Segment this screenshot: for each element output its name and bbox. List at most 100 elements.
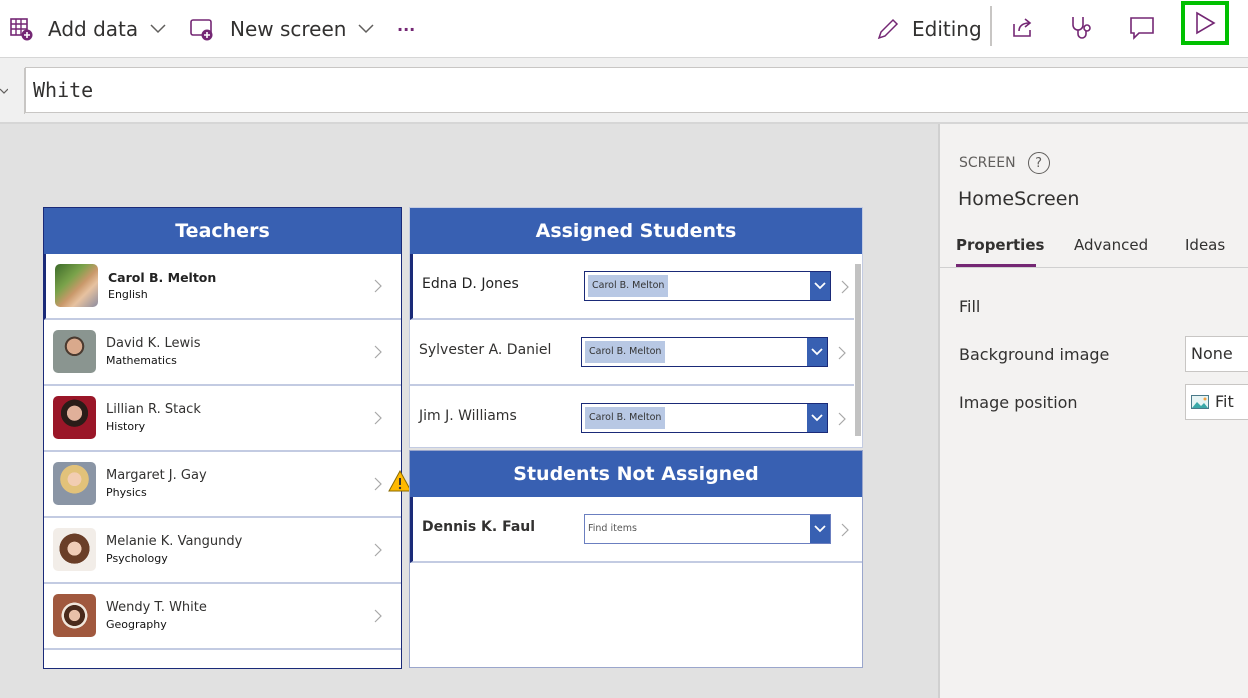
add-data-button[interactable]: Add data bbox=[10, 0, 166, 58]
combobox-expand-button[interactable] bbox=[810, 515, 830, 543]
new-screen-label: New screen bbox=[230, 17, 347, 41]
stethoscope-icon bbox=[1072, 17, 1091, 39]
chevron-right-icon[interactable] bbox=[373, 278, 383, 294]
teacher-row[interactable]: David K. Lewis Mathematics bbox=[44, 320, 401, 386]
chevron-right-icon[interactable] bbox=[837, 411, 847, 427]
teacher-subject: English bbox=[108, 288, 148, 301]
selected-teacher-tag: Carol B. Melton bbox=[585, 341, 665, 363]
chevron-down-icon bbox=[358, 24, 374, 34]
comments-button[interactable] bbox=[1122, 8, 1162, 48]
teachers-gallery: Teachers Carol B. Melton English David K… bbox=[43, 207, 402, 669]
tab-ideas[interactable]: Ideas bbox=[1185, 236, 1225, 254]
student-row[interactable]: Jim J. Williams Carol B. Melton bbox=[410, 386, 854, 452]
teacher-name: Melanie K. Vangundy bbox=[106, 534, 243, 549]
share-button[interactable] bbox=[1002, 8, 1042, 48]
chevron-right-icon[interactable] bbox=[373, 476, 383, 492]
student-row[interactable]: Edna D. Jones Carol B. Melton bbox=[410, 254, 854, 320]
teacher-subject: Geography bbox=[106, 618, 167, 631]
chevron-down-icon bbox=[814, 282, 826, 290]
teacher-row[interactable]: Margaret J. Gay Physics bbox=[44, 452, 401, 518]
teacher-row[interactable]: Melanie K. Vangundy Psychology bbox=[44, 518, 401, 584]
editing-label: Editing bbox=[912, 17, 982, 41]
chevron-down-icon bbox=[811, 348, 823, 356]
teacher-combobox[interactable]: Carol B. Melton bbox=[584, 271, 831, 301]
image-icon bbox=[1191, 395, 1209, 409]
teacher-row[interactable]: Carol B. Melton English bbox=[44, 254, 401, 320]
chevron-right-icon[interactable] bbox=[373, 542, 383, 558]
app-checker-button[interactable] bbox=[1062, 8, 1102, 48]
teacher-combobox[interactable]: Carol B. Melton bbox=[581, 403, 828, 433]
teacher-combobox[interactable]: Carol B. Melton bbox=[581, 337, 828, 367]
teacher-subject: History bbox=[106, 420, 146, 433]
chevron-right-icon[interactable] bbox=[837, 345, 847, 361]
new-screen-button[interactable]: New screen bbox=[190, 0, 374, 58]
editing-button[interactable]: Editing bbox=[876, 0, 982, 58]
teacher-avatar bbox=[53, 462, 96, 505]
property-dropdown[interactable] bbox=[0, 68, 25, 114]
properties-tabs: Properties Advanced Ideas bbox=[940, 232, 1248, 268]
student-name: Jim J. Williams bbox=[419, 408, 517, 424]
control-type: SCREEN ? bbox=[959, 152, 1050, 174]
combobox-expand-button[interactable] bbox=[807, 404, 827, 432]
student-name: Edna D. Jones bbox=[422, 276, 519, 292]
combobox-placeholder: Find items bbox=[588, 523, 637, 534]
chevron-right-icon[interactable] bbox=[373, 344, 383, 360]
students-not-assigned-header: Students Not Assigned bbox=[410, 451, 862, 497]
help-icon[interactable]: ? bbox=[1027, 152, 1050, 174]
student-name: Sylvester A. Daniel bbox=[419, 342, 552, 358]
selected-teacher-tag: Carol B. Melton bbox=[588, 275, 668, 297]
selected-teacher-tag: Carol B. Melton bbox=[585, 407, 665, 429]
play-icon bbox=[1196, 11, 1216, 35]
teacher-subject: Physics bbox=[106, 486, 147, 499]
combobox-expand-button[interactable] bbox=[810, 272, 830, 300]
scrollbar-thumb[interactable] bbox=[855, 264, 861, 436]
chevron-right-icon[interactable] bbox=[840, 522, 850, 538]
chevron-right-icon[interactable] bbox=[373, 410, 383, 426]
teacher-name: Wendy T. White bbox=[106, 600, 207, 615]
image-position-label: Image position bbox=[959, 393, 1078, 412]
teacher-combobox[interactable]: Find items bbox=[584, 514, 831, 544]
combobox-expand-button[interactable] bbox=[807, 338, 827, 366]
active-tab-indicator bbox=[956, 264, 1036, 267]
gallery-scrollbar[interactable] bbox=[854, 254, 862, 447]
background-image-label: Background image bbox=[959, 345, 1110, 364]
assigned-students-header: Assigned Students bbox=[410, 208, 862, 254]
formula-input[interactable]: White bbox=[25, 67, 1248, 113]
tab-advanced[interactable]: Advanced bbox=[1074, 236, 1148, 254]
teacher-avatar bbox=[53, 594, 96, 637]
image-position-dropdown[interactable]: Fit bbox=[1185, 384, 1248, 420]
toolbar-divider bbox=[990, 6, 992, 46]
student-row[interactable]: Dennis K. Faul Find items bbox=[410, 497, 862, 563]
teacher-avatar bbox=[55, 264, 98, 307]
tab-properties[interactable]: Properties bbox=[956, 236, 1044, 254]
background-image-dropdown[interactable]: None bbox=[1185, 336, 1248, 372]
add-data-label: Add data bbox=[48, 17, 139, 41]
pencil-icon bbox=[877, 18, 899, 40]
teacher-avatar bbox=[53, 396, 96, 439]
preview-app-button[interactable] bbox=[1181, 1, 1229, 45]
comment-icon bbox=[1130, 17, 1154, 40]
command-bar: Add data New screen ··· Editing bbox=[0, 0, 1248, 58]
screen-name[interactable]: HomeScreen bbox=[958, 188, 1079, 210]
teacher-avatar bbox=[53, 330, 96, 373]
teacher-name: Carol B. Melton bbox=[108, 270, 217, 285]
teacher-row[interactable]: Lillian R. Stack History bbox=[44, 386, 401, 452]
teacher-name: David K. Lewis bbox=[106, 336, 201, 351]
teacher-row[interactable]: Wendy T. White Geography bbox=[44, 584, 401, 650]
teachers-header: Teachers bbox=[44, 208, 401, 254]
chevron-down-icon bbox=[811, 414, 823, 422]
formula-bar: White bbox=[0, 58, 1248, 124]
fill-label: Fill bbox=[959, 297, 981, 316]
student-row[interactable]: Sylvester A. Daniel Carol B. Melton bbox=[410, 320, 854, 386]
teacher-subject: Mathematics bbox=[106, 354, 177, 367]
more-options-button[interactable]: ··· bbox=[397, 0, 415, 58]
chevron-right-icon[interactable] bbox=[373, 608, 383, 624]
student-name: Dennis K. Faul bbox=[422, 519, 536, 535]
chevron-right-icon[interactable] bbox=[840, 279, 850, 295]
control-type-label: SCREEN bbox=[959, 155, 1016, 171]
share-icon bbox=[1013, 18, 1032, 37]
teacher-name: Lillian R. Stack bbox=[106, 402, 201, 417]
image-position-value: Fit bbox=[1215, 392, 1234, 411]
teacher-avatar bbox=[53, 528, 96, 571]
teacher-subject: Psychology bbox=[106, 552, 168, 565]
